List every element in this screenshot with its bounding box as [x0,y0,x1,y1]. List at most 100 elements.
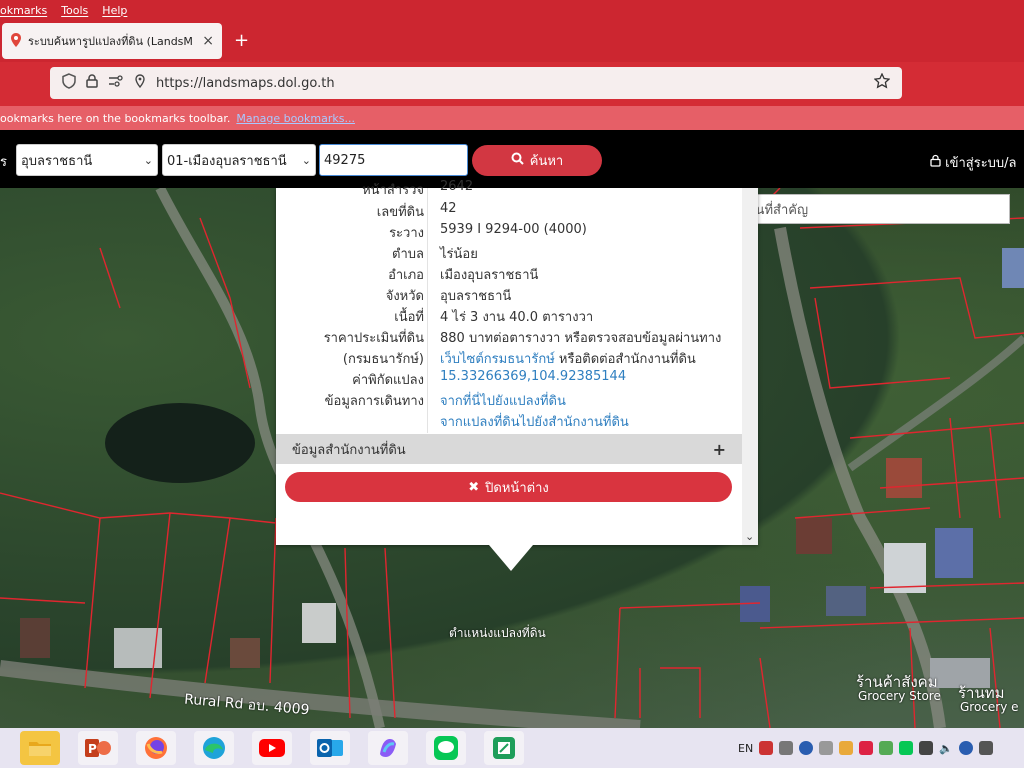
info-label: ระวาง [389,226,424,241]
menu-tools[interactable]: Tools [61,4,88,17]
info-label: ข้อมูลการเดินทาง [324,394,424,409]
info-value: 2642 [440,179,474,194]
tray-app-icon[interactable] [759,741,774,755]
expand-icon[interactable]: + [713,440,726,459]
info-value: ไร่น้อย [440,247,478,262]
copilot-icon[interactable] [368,731,408,765]
tab-title: ระบบค้นหารูปแปลงที่ดิน (LandsM [28,35,193,48]
bookmarks-toolbar: ookmarks here on the bookmarks toolbar. … [0,106,1024,130]
permissions-icon[interactable] [108,75,124,91]
url-text[interactable]: https://landsmaps.dol.go.th [156,76,864,91]
location-icon[interactable] [134,74,146,92]
close-window-button[interactable]: ✖ ปิดหน้าต่าง [285,472,732,502]
info-value: 880 บาทต่อตารางวา หรือตรวจสอบข้อมูลผ่านท… [440,331,722,346]
info-row-appraisal-price: ราคาประเมินที่ดิน 880 บาทต่อตารางวา หรือ… [276,327,742,347]
province-select-value: อุบลราชธานี [21,153,93,169]
grocery-label-1: Grocery Store [858,689,941,703]
browser-tab[interactable]: ระบบค้นหารูปแปลงที่ดิน (LandsM × [2,23,222,59]
tray-app-icon[interactable] [978,741,993,755]
powerpoint-icon[interactable]: P [78,731,118,765]
outlook-icon[interactable] [310,731,350,765]
login-label: เข้าสู่ระบบ/ล [945,156,1017,171]
info-row-travel: ข้อมูลการเดินทาง จากที่นี่ไปยังแปลงที่ดิ… [276,390,742,410]
header-label-fragment: ร [0,155,7,170]
bookmark-star-icon[interactable] [873,72,891,93]
tab-close-icon[interactable]: × [202,33,214,49]
manage-bookmarks-link[interactable]: Manage bookmarks... [236,112,355,125]
tray-line-icon[interactable] [899,741,914,755]
firefox-icon[interactable] [136,731,176,765]
popup-scrollbar[interactable]: ⌄ [742,188,758,545]
tray-app-icon[interactable] [919,741,934,755]
system-tray: EN 🔈 [738,728,993,768]
bookmarks-hint: ookmarks here on the bookmarks toolbar. [0,111,231,125]
browser-navbar: https://landsmaps.dol.go.th [0,62,1024,106]
parcel-position-label: ตำแหน่งแปลงที่ดิน [449,626,546,640]
file-explorer-icon[interactable] [20,731,60,765]
edge-icon[interactable] [194,731,234,765]
location-pin-icon [10,32,22,50]
volume-icon[interactable]: 🔈 [939,742,953,755]
scroll-down-icon[interactable]: ⌄ [745,530,754,543]
line-app-icon[interactable] [426,731,466,765]
info-row-travel-office: จากแปลงที่ดินไปยังสำนักงานที่ดิน [276,411,742,431]
info-label: ตำบล [392,247,424,262]
info-value: อุบลราชธานี [440,289,512,304]
tray-warning-icon[interactable] [839,741,854,755]
parcel-number-input[interactable]: 49275 [319,144,468,176]
svg-text:P: P [88,742,97,756]
popup-pointer [489,545,533,571]
tray-app-icon[interactable] [779,741,794,755]
treasury-website-link[interactable]: เว็บไซต์กรมธนารักษ์ [440,352,555,367]
land-office-section-header[interactable]: ข้อมูลสำนักงานที่ดิน + [276,434,742,464]
info-label: หน้าสำรวจ [362,183,424,198]
land-office-section-title: ข้อมูลสำนักงานที่ดิน [292,442,406,458]
tray-app-icon[interactable] [879,741,894,755]
lock-icon[interactable] [86,74,98,92]
info-label: จังหวัด [385,289,424,304]
grocery-label-2: Grocery e [960,700,1019,714]
info-row-area: เนื้อที่ 4 ไร่ 3 งาน 40.0 ตารางวา [276,306,742,326]
tray-app-icon[interactable] [819,741,834,755]
info-row-coordinates: ค่าพิกัดแปลง 15.33266369,104.92385144 [276,369,742,389]
tab-strip: ระบบค้นหารูปแปลงที่ดิน (LandsM × + [0,20,1024,62]
info-row-land-number: เลขที่ดิน 42 [276,201,742,221]
shield-icon[interactable] [62,73,76,93]
language-indicator[interactable]: EN [738,742,753,755]
login-link[interactable]: เข้าสู่ระบบ/ล [930,152,1017,173]
info-value: 5939 I 9294-00 (4000) [440,222,587,237]
close-window-label: ปิดหน้าต่าง [485,480,549,496]
sheets-app-icon[interactable] [484,731,524,765]
info-value: 4 ไร่ 3 งาน 40.0 ตารางวา [440,310,594,325]
info-label: อำเภอ [388,268,424,283]
tray-app-icon[interactable] [859,741,874,755]
info-label: ค่าพิกัดแปลง [352,373,424,388]
help-icon[interactable] [799,741,814,755]
info-value: เมืองอุบลราชธานี [440,268,539,283]
info-row-survey-page: หน้าสำรวจ 2642 [276,179,742,199]
info-row-map-sheet: ระวาง 5939 I 9294-00 (4000) [276,222,742,242]
district-select-value: 01-เมืองอุบลราชธานี [167,153,287,169]
youtube-icon[interactable] [252,731,292,765]
url-bar[interactable]: https://landsmaps.dol.go.th [50,67,902,99]
district-select[interactable]: 01-เมืองอุบลราชธานี ⌄ [162,144,316,176]
parcel-info-table: หน้าสำรวจ 2642 เลขที่ดิน 42 ระวาง 5939 I… [276,179,742,433]
parcel-info-popup: หน้าสำรวจ 2642 เลขที่ดิน 42 ระวาง 5939 I… [276,179,758,545]
search-button-label: ค้นหา [529,154,564,169]
lock-icon [930,154,945,171]
directions-to-office-link[interactable]: จากแปลงที่ดินไปยังสำนักงานที่ดิน [440,411,629,432]
tray-minus-icon[interactable] [958,741,973,755]
menu-bookmarks[interactable]: okmarks [0,4,47,17]
info-row-subdistrict: ตำบล ไร่น้อย [276,243,742,263]
coordinates-link[interactable]: 15.33266369,104.92385144 [440,369,626,384]
info-row-district: อำเภอ เมืองอุบลราชธานี [276,264,742,284]
search-button[interactable]: ค้นหา [472,145,602,176]
info-label: เลขที่ดิน [376,205,424,220]
info-value: 42 [440,201,457,216]
new-tab-button[interactable]: + [234,30,249,51]
search-icon [511,152,524,169]
windows-taskbar: P EN 🔈 [0,728,1024,768]
menu-help[interactable]: Help [102,4,127,17]
directions-to-parcel-link[interactable]: จากที่นี่ไปยังแปลงที่ดิน [440,390,566,411]
province-select[interactable]: อุบลราชธานี ⌄ [16,144,158,176]
